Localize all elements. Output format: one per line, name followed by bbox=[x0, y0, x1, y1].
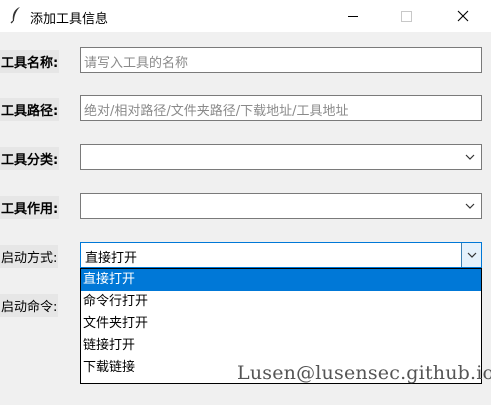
tool-path-label: 工具路径: bbox=[0, 98, 60, 121]
minimize-button[interactable] bbox=[330, 0, 376, 32]
watermark-text: Lusen@lusensec.github.io bbox=[237, 362, 491, 384]
launch-mode-value: 直接打开 bbox=[85, 251, 138, 266]
tool-usage-label: 工具作用: bbox=[0, 196, 60, 219]
chevron-down-icon bbox=[467, 252, 476, 258]
close-button[interactable] bbox=[440, 0, 486, 32]
tool-name-label: 工具名称: bbox=[0, 50, 60, 73]
dropdown-option[interactable]: 直接打开 bbox=[81, 269, 481, 291]
launch-mode-label: 启动方式: bbox=[0, 245, 59, 268]
title-bar: 添加工具信息 bbox=[0, 0, 491, 32]
tool-name-input[interactable]: 请写入工具的名称 bbox=[80, 47, 482, 73]
feather-icon bbox=[10, 7, 20, 24]
dropdown-option[interactable]: 命令行打开 bbox=[81, 291, 481, 313]
tool-path-input[interactable]: 绝对/相对路径/文件夹路径/下载地址/工具地址 bbox=[80, 95, 482, 121]
tool-usage-combobox[interactable] bbox=[80, 193, 482, 219]
launch-mode-dropdown-button[interactable] bbox=[461, 243, 481, 267]
launch-mode-combobox[interactable]: 直接打开 bbox=[80, 242, 482, 268]
launch-command-label: 启动命令: bbox=[0, 294, 59, 317]
close-icon bbox=[457, 10, 469, 22]
dropdown-option[interactable]: 链接打开 bbox=[81, 335, 481, 357]
tool-category-combobox[interactable] bbox=[80, 144, 482, 170]
minimize-icon bbox=[348, 15, 358, 17]
maximize-button[interactable] bbox=[383, 0, 429, 32]
chevron-down-icon bbox=[465, 154, 475, 160]
chevron-down-icon bbox=[465, 203, 475, 209]
dropdown-option[interactable]: 文件夹打开 bbox=[81, 313, 481, 335]
tool-category-label: 工具分类: bbox=[0, 147, 60, 170]
window-title: 添加工具信息 bbox=[30, 12, 109, 27]
maximize-icon bbox=[400, 10, 412, 22]
